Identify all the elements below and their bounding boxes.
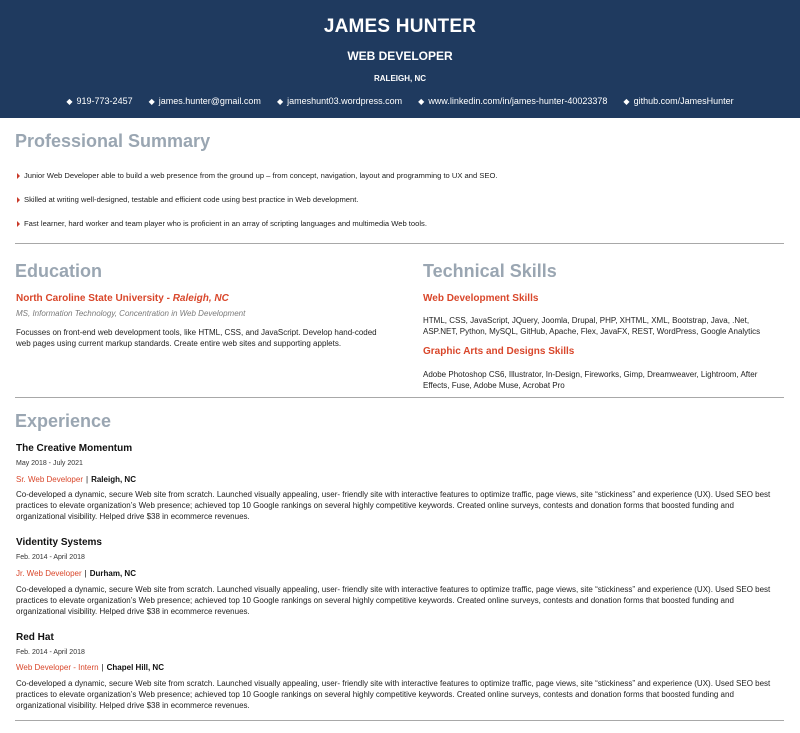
company-name: The Creative Momentum bbox=[16, 443, 133, 454]
summary-bullet: Fast learner, hard worker and team playe… bbox=[17, 219, 427, 228]
location: RALEIGH, NC bbox=[374, 74, 426, 83]
resume-header: JAMES HUNTER WEB DEVELOPER RALEIGH, NC ◆… bbox=[0, 0, 800, 118]
company-name: Red Hat bbox=[16, 632, 54, 643]
candidate-name: JAMES HUNTER bbox=[323, 16, 477, 37]
arrow-icon bbox=[17, 196, 20, 203]
skills-heading: Technical Skills bbox=[423, 261, 557, 281]
job-title: WEB DEVELOPER bbox=[347, 49, 453, 63]
job-description: Co-developed a dynamic, secure Web site … bbox=[16, 490, 771, 521]
section-divider bbox=[15, 397, 784, 398]
skill-group-items: HTML, CSS, JavaScript, JQuery, Joomla, D… bbox=[423, 316, 761, 336]
summary-bullet: Skilled at writing well-designed, testab… bbox=[17, 195, 358, 204]
skill-group-name: Web Development Skills bbox=[423, 293, 539, 304]
school-name: North Caroline State University - Raleig… bbox=[16, 293, 229, 304]
contact-email[interactable]: ◆ james.hunter@gmail.com bbox=[149, 96, 261, 106]
education-description: Focusses on front-end web development to… bbox=[16, 328, 377, 348]
section-divider bbox=[15, 720, 784, 721]
education-heading: Education bbox=[15, 261, 103, 281]
bullet-icon: ◆ bbox=[66, 96, 73, 106]
contact-github[interactable]: ◆ github.com/JamesHunter bbox=[623, 96, 733, 106]
skill-group-items: Adobe Photoshop CS6, Illustrator, In-Des… bbox=[423, 370, 758, 390]
job-role: Jr. Web Developer | Durham, NC bbox=[16, 569, 136, 578]
company-name: Videntity Systems bbox=[16, 537, 102, 548]
summary-bullet: Junior Web Developer able to build a web… bbox=[17, 171, 497, 180]
arrow-icon bbox=[17, 172, 20, 179]
arrow-icon bbox=[17, 220, 20, 227]
contact-blog[interactable]: ◆ jameshunt03.wordpress.com bbox=[277, 96, 402, 106]
job-role: Web Developer - Intern | Chapel Hill, NC bbox=[16, 663, 164, 672]
job-dates: Feb. 2014 - April 2018 bbox=[16, 554, 85, 561]
bullet-icon: ◆ bbox=[418, 96, 425, 106]
job-dates: Feb. 2014 - April 2018 bbox=[16, 649, 85, 656]
job-description: Co-developed a dynamic, secure Web site … bbox=[16, 679, 771, 710]
job-role: Sr. Web Developer | Raleigh, NC bbox=[16, 475, 136, 484]
bullet-icon: ◆ bbox=[276, 96, 284, 106]
contact-phone[interactable]: ◆ 919-773-2457 bbox=[66, 96, 132, 106]
summary-heading: Professional Summary bbox=[15, 131, 211, 151]
experience-heading: Experience bbox=[15, 411, 112, 431]
contact-linkedin[interactable]: ◆ www.linkedin.com/in/james-hunter-400233… bbox=[418, 96, 607, 106]
job-dates: May 2018 - July 2021 bbox=[16, 460, 83, 467]
skill-group-name: Graphic Arts and Designs Skills bbox=[423, 346, 575, 357]
contact-bar: ◆ 919-773-2457 ◆ james.hunter@gmail.com ◆ j… bbox=[0, 96, 800, 106]
bullet-icon: ◆ bbox=[623, 96, 630, 106]
degree: MS, Information Technology, Concentratio… bbox=[16, 309, 246, 318]
section-divider bbox=[15, 243, 784, 244]
bullet-icon: ◆ bbox=[148, 96, 155, 106]
job-description: Co-developed a dynamic, secure Web site … bbox=[16, 585, 771, 616]
